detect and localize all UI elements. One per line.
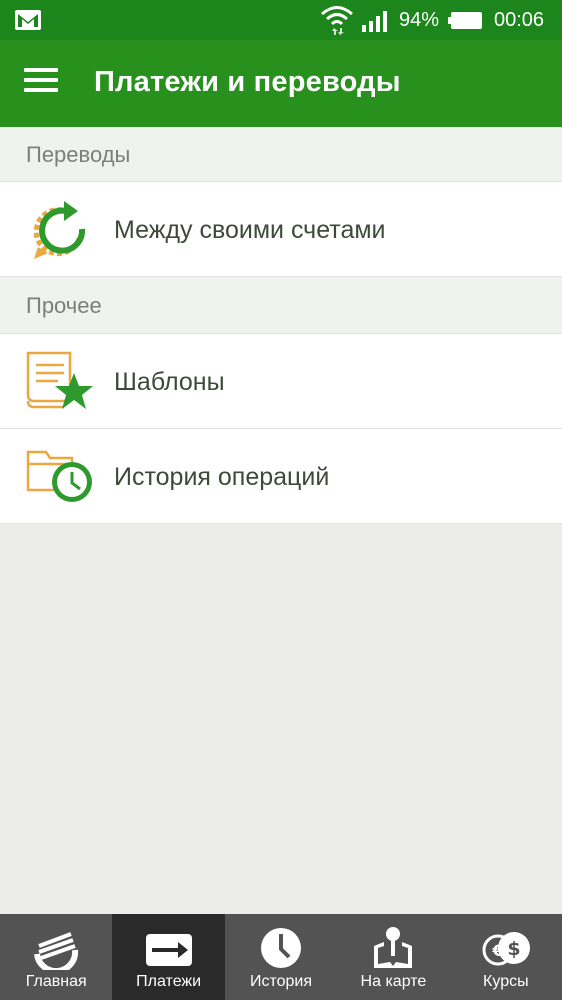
clock-time: 00:06 bbox=[494, 9, 545, 31]
list-item-between-own-accounts[interactable]: Между своими счетами bbox=[0, 182, 562, 277]
history-clock-icon bbox=[26, 450, 92, 502]
signal-strength-icon bbox=[362, 11, 387, 32]
section-header-other: Прочее bbox=[0, 277, 562, 334]
list-item-label: Шаблоны bbox=[114, 368, 225, 396]
wifi-icon bbox=[321, 6, 353, 35]
nav-tab-payments[interactable]: Платежи bbox=[112, 914, 225, 1000]
gmail-notification-icon bbox=[15, 10, 41, 30]
clock-icon bbox=[261, 928, 302, 968]
nav-tab-map[interactable]: На карте bbox=[337, 914, 449, 1000]
payments-arrow-icon bbox=[145, 934, 192, 966]
list-item-label: Между своими счетами bbox=[114, 216, 386, 244]
nav-tab-rates[interactable]: € $ Курсы bbox=[450, 914, 562, 1000]
svg-text:$: $ bbox=[507, 938, 520, 960]
page-title: Платежи и переводы bbox=[94, 66, 401, 98]
status-bar: 94% 00:06 bbox=[0, 0, 562, 40]
battery-percent: 94% bbox=[399, 9, 440, 31]
list-item-operation-history[interactable]: История операций bbox=[0, 429, 562, 524]
bottom-navigation: Главная Платежи История На карте € $ Кур… bbox=[0, 914, 562, 1000]
nav-tab-label: История bbox=[249, 973, 313, 990]
section-header-transfers: Переводы bbox=[0, 127, 562, 182]
sberbank-logo-icon bbox=[34, 932, 79, 970]
nav-tab-label: Главная bbox=[25, 973, 87, 990]
nav-tab-history[interactable]: История bbox=[225, 914, 337, 1000]
nav-tab-home[interactable]: Главная bbox=[0, 914, 112, 1000]
currency-icon: € $ bbox=[482, 932, 530, 966]
template-star-icon bbox=[26, 351, 93, 409]
nav-tab-label: Платежи bbox=[136, 973, 202, 990]
transfer-arrows-icon bbox=[33, 201, 86, 259]
battery-icon bbox=[448, 12, 482, 29]
nav-tab-label: На карте bbox=[360, 973, 427, 990]
list-item-templates[interactable]: Шаблоны bbox=[0, 334, 562, 429]
hamburger-menu-icon[interactable] bbox=[24, 68, 60, 98]
list-item-label: История операций bbox=[114, 463, 330, 491]
app-bar: Платежи и переводы bbox=[0, 40, 562, 127]
map-pin-icon bbox=[374, 927, 413, 968]
nav-tab-label: Курсы bbox=[483, 973, 529, 990]
